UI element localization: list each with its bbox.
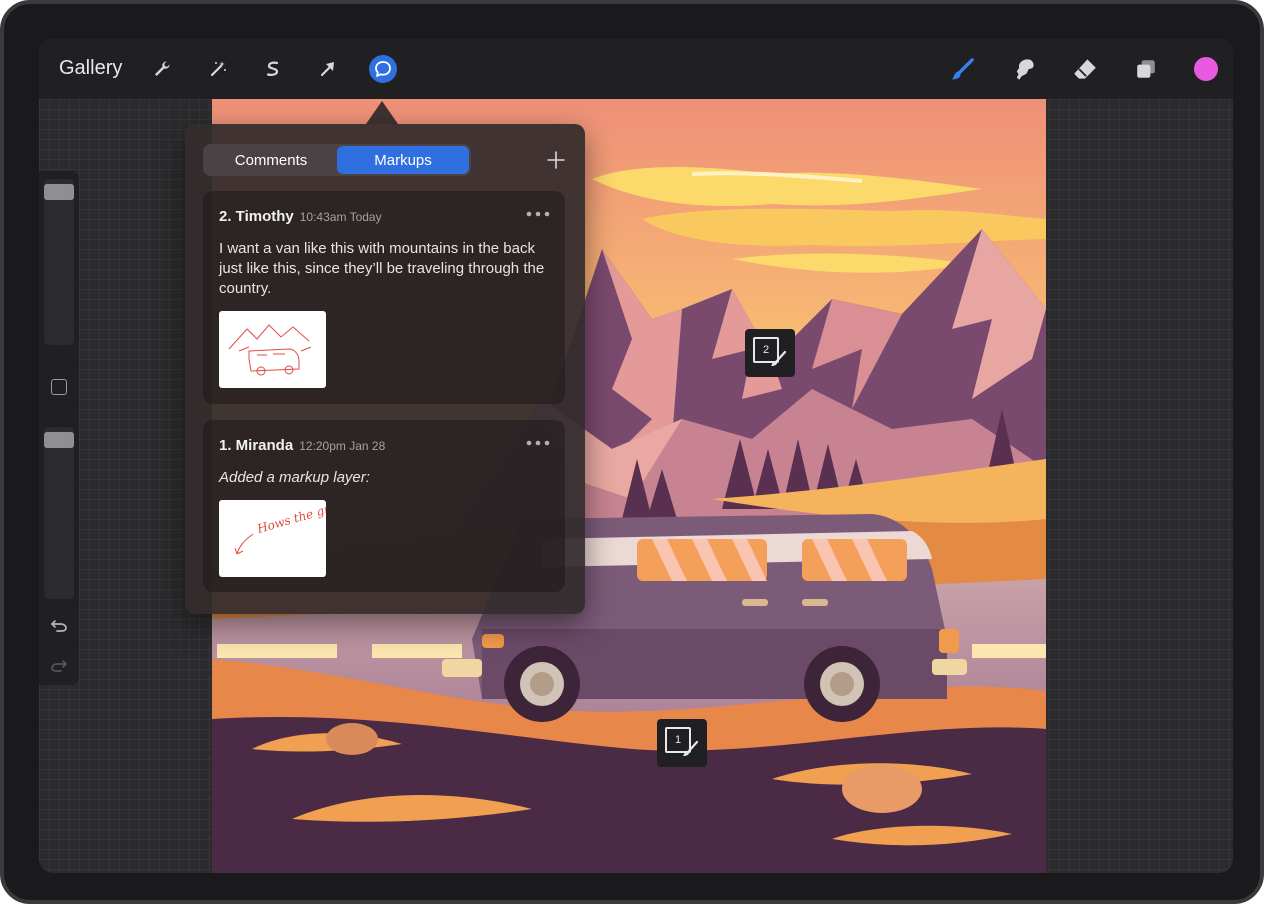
top-toolbar: Gallery (39, 39, 1233, 99)
app-screen: 2 1 Gallery Comments Markups 2. Timothy … (39, 39, 1233, 873)
comment-author-name: 1. Miranda (219, 437, 294, 454)
markup-brush-icon (771, 350, 787, 366)
more-options-icon[interactable] (525, 207, 551, 221)
undo-icon[interactable] (49, 615, 69, 635)
tab-markups[interactable]: Markups (337, 146, 469, 174)
comments-popover: Comments Markups 2. Timothy 10:43am Today… (185, 124, 585, 614)
comment-card[interactable]: 2. Timothy 10:43am Today I want a van lik… (203, 191, 565, 404)
gallery-button[interactable]: Gallery (59, 57, 122, 80)
selection-icon (266, 61, 279, 76)
brush-icon (951, 58, 974, 80)
eraser-icon (1074, 59, 1096, 79)
comment-card[interactable]: 1. Miranda 12:20pm Jan 28 Added a markup … (203, 420, 565, 592)
eraser-tool-button[interactable] (1071, 55, 1099, 83)
comment-author: 1. Miranda 12:20pm Jan 28 (219, 437, 385, 454)
smudge-tool-button[interactable] (1010, 55, 1038, 83)
brush-tool-button[interactable] (949, 55, 977, 83)
markup-brush-icon (683, 740, 699, 756)
comment-timestamp: 12:20pm Jan 28 (299, 439, 386, 453)
modify-button[interactable] (51, 379, 67, 395)
comment-text: I want a van like this with mountains in… (219, 240, 545, 297)
actions-button[interactable] (148, 55, 176, 83)
layers-button[interactable] (1132, 55, 1160, 83)
redo-icon[interactable] (49, 655, 69, 675)
tab-comments[interactable]: Comments (205, 146, 337, 174)
selection-button[interactable] (259, 55, 287, 83)
sidebar-sliders (39, 171, 79, 685)
opacity-thumb[interactable] (44, 432, 74, 448)
popover-arrow (366, 101, 398, 124)
adjustments-button[interactable] (204, 55, 232, 83)
comment-timestamp: 10:43am Today (299, 210, 382, 224)
add-comment-icon[interactable] (545, 149, 567, 171)
markup-thumbnail[interactable]: Hows the grass! (219, 500, 326, 577)
brush-size-thumb[interactable] (44, 184, 74, 200)
markup-pin-2[interactable]: 2 (745, 329, 795, 377)
smudge-icon (1016, 59, 1034, 80)
brush-size-slider[interactable] (44, 179, 74, 345)
markup-sketch-note: Hows the grass! (234, 500, 326, 555)
comment-author-name: 2. Timothy (219, 208, 294, 225)
transform-arrow-icon (320, 62, 334, 77)
sketch-handwriting: Hows the grass! (255, 500, 326, 536)
comment-icon (375, 61, 391, 77)
wrench-icon (155, 61, 170, 76)
comment-author: 2. Timothy 10:43am Today (219, 208, 382, 225)
markup-pin-1[interactable]: 1 (657, 719, 707, 767)
markup-thumbnail[interactable] (219, 311, 326, 388)
markup-sketch-van (228, 324, 312, 376)
magic-wand-icon (210, 61, 226, 77)
comment-text: Added a markup layer: (219, 469, 370, 486)
more-options-icon[interactable] (525, 436, 551, 450)
comments-tab-control: Comments Markups (203, 144, 471, 176)
opacity-slider[interactable] (44, 427, 74, 599)
color-picker-button[interactable] (1194, 57, 1218, 81)
transform-button[interactable] (314, 55, 342, 83)
ipad-frame: 2 1 Gallery Comments Markups 2. Timothy … (0, 0, 1264, 904)
comments-button[interactable] (369, 55, 397, 83)
layers-icon (1137, 60, 1155, 78)
